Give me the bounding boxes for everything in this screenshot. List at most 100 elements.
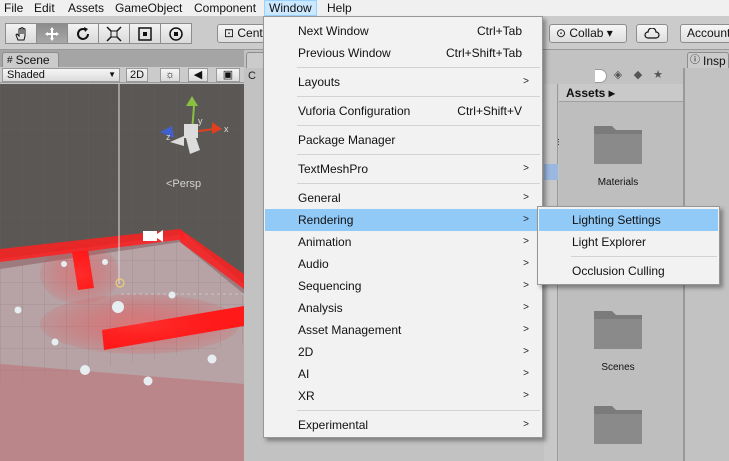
transform-tools <box>5 23 192 44</box>
menu-item-layouts[interactable]: Layouts > <box>265 71 541 93</box>
menu-item-lighting-settings[interactable]: Lighting Settings <box>539 209 718 231</box>
menu-file[interactable]: File <box>0 0 27 16</box>
effects-toggle[interactable]: ▣ <box>216 68 240 82</box>
submenu-arrow-icon: > <box>523 419 529 430</box>
submenu-arrow-icon: > <box>523 346 529 357</box>
collab-icon: ⊙ <box>556 26 570 40</box>
rotate-icon <box>77 26 89 40</box>
svg-text:z: z <box>166 132 171 142</box>
shading-mode-dropdown[interactable]: Shaded ▼ <box>2 68 120 82</box>
menu-help[interactable]: Help <box>323 0 356 16</box>
persp-label[interactable]: <Persp <box>166 178 201 190</box>
menu-edit[interactable]: Edit <box>30 0 59 16</box>
submenu-arrow-icon: > <box>523 192 529 203</box>
menu-separator <box>297 154 540 155</box>
submenu-arrow-icon: > <box>523 163 529 174</box>
menu-gameobject[interactable]: GameObject <box>111 0 186 16</box>
submenu-arrow-icon: > <box>523 302 529 313</box>
submenu-arrow-icon: > <box>523 390 529 401</box>
scene-render: y x z <box>0 84 244 461</box>
menu-component[interactable]: Component <box>190 0 260 16</box>
speaker-icon: ◀ <box>193 69 203 81</box>
folder-materials[interactable]: Materials <box>588 120 648 188</box>
audio-toggle[interactable]: ◀ <box>188 68 208 82</box>
assets-breadcrumb[interactable]: Assets ▸ <box>559 84 683 102</box>
menu-item-xr[interactable]: XR > <box>265 385 541 407</box>
window-menu: Next Window Ctrl+Tab Previous Window Ctr… <box>263 16 543 438</box>
menu-item-textmeshpro[interactable]: TextMeshPro > <box>265 158 541 180</box>
lighting-toggle[interactable]: ☼ <box>160 68 180 82</box>
scene-tab[interactable]: # Scene <box>2 52 59 67</box>
folder-item[interactable] <box>588 400 648 451</box>
menu-assets[interactable]: Assets <box>64 0 108 16</box>
folder-icon <box>594 311 642 349</box>
menu-item-experimental[interactable]: Experimental > <box>265 414 541 436</box>
hand-icon <box>15 26 26 40</box>
filter-type-icon[interactable]: ◈ <box>610 68 626 81</box>
menu-separator <box>297 125 540 126</box>
account-button[interactable]: Account <box>680 24 729 43</box>
menu-item-general[interactable]: General > <box>265 187 541 209</box>
menu-separator <box>297 410 540 411</box>
pivot-center-button[interactable]: ⊡ Cent <box>217 24 265 43</box>
menu-item-vuforia-configuration[interactable]: Vuforia Configuration Ctrl+Shift+V <box>265 100 541 122</box>
scale-tool-button[interactable] <box>98 23 130 44</box>
menu-window[interactable]: Window <box>264 0 317 16</box>
menu-item-rendering[interactable]: Rendering > <box>265 209 541 231</box>
folder-icon <box>594 406 642 444</box>
folder-icon <box>594 126 642 164</box>
menu-item-audio[interactable]: Audio > <box>265 253 541 275</box>
menu-item-asset-management[interactable]: Asset Management > <box>265 319 541 341</box>
dropdown-arrow-icon: ▼ <box>108 70 116 79</box>
2d-toggle[interactable]: 2D <box>126 68 148 82</box>
menu-item-ai[interactable]: AI > <box>265 363 541 385</box>
svg-text:x: x <box>224 124 229 134</box>
scene-viewport[interactable]: y x z <Persp <box>0 84 244 461</box>
info-icon: ⓘ <box>690 54 700 66</box>
menu-item-sequencing[interactable]: Sequencing > <box>265 275 541 297</box>
hand-tool-button[interactable] <box>5 23 37 44</box>
menu-item-previous-window[interactable]: Previous Window Ctrl+Shift+Tab <box>265 42 541 64</box>
rendering-submenu: Lighting Settings Light Explorer Occlusi… <box>537 206 720 285</box>
svg-text:y: y <box>198 116 203 126</box>
rect-tool-button[interactable] <box>129 23 161 44</box>
submenu-arrow-icon: > <box>523 236 529 247</box>
submenu-arrow-icon: > <box>523 324 529 335</box>
menu-item-analysis[interactable]: Analysis > <box>265 297 541 319</box>
project-search-input[interactable] <box>595 69 607 83</box>
collab-button[interactable]: ⊙ Collab ▾ <box>549 24 627 43</box>
scene-tab-bar: # Scene <box>0 50 244 67</box>
selected-tree-item[interactable] <box>544 164 558 180</box>
menu-item-2d[interactable]: 2D > <box>265 341 541 363</box>
label-icon[interactable]: ◆ <box>630 68 646 81</box>
menu-separator <box>297 183 540 184</box>
folder-scenes[interactable]: Scenes <box>588 305 648 373</box>
menu-item-package-manager[interactable]: Package Manager <box>265 129 541 151</box>
scene-controls: Shaded ▼ 2D ☼ ◀ ▣ <box>0 67 244 83</box>
submenu-arrow-icon: > <box>523 214 529 225</box>
menu-item-light-explorer[interactable]: Light Explorer <box>539 231 718 253</box>
hierarchy-create-fragment: C <box>248 70 256 82</box>
inspector-tab[interactable]: ⓘ Insp <box>687 52 729 68</box>
rotate-tool-button[interactable] <box>67 23 99 44</box>
star-icon[interactable]: ★ <box>650 68 666 81</box>
image-icon: ▣ <box>222 69 234 81</box>
move-tool-button[interactable] <box>36 23 68 44</box>
submenu-arrow-icon: > <box>523 280 529 291</box>
menu-item-occlusion-culling[interactable]: Occlusion Culling <box>539 260 718 282</box>
submenu-arrow-icon: > <box>523 368 529 379</box>
sun-icon: ☼ <box>164 69 176 81</box>
rect-icon <box>138 26 152 41</box>
transform-tool-button[interactable] <box>160 23 192 44</box>
submenu-arrow-icon: > <box>523 258 529 269</box>
cloud-button[interactable] <box>636 24 668 43</box>
menu-separator <box>571 256 717 257</box>
cloud-icon <box>644 27 660 39</box>
submenu-arrow-icon: > <box>523 76 529 87</box>
scene-icon: # <box>7 54 13 66</box>
menu-item-next-window[interactable]: Next Window Ctrl+Tab <box>265 20 541 42</box>
pivot-icon: ⊡ <box>224 26 238 40</box>
menu-item-animation[interactable]: Animation > <box>265 231 541 253</box>
scale-icon <box>106 25 122 42</box>
project-toolbar: ◈ ◆ ★ <box>610 68 666 81</box>
